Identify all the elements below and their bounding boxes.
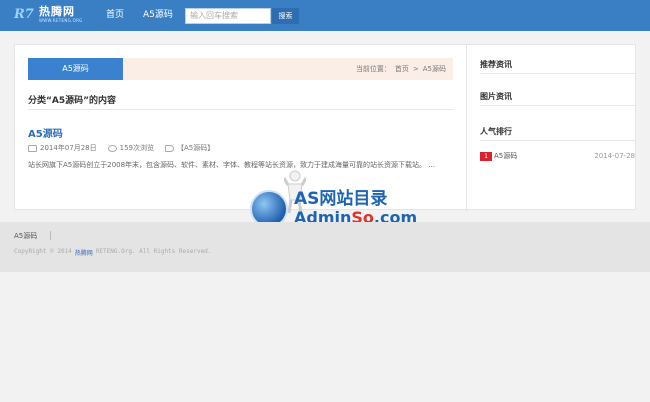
copyright-pre: CopyRight © 2014: [14, 248, 72, 255]
footer-link[interactable]: A5源码: [14, 231, 37, 241]
tag-icon: [165, 144, 175, 152]
logo-name: 热腾网: [39, 5, 75, 18]
breadcrumb-home[interactable]: 首页: [395, 58, 409, 80]
footer: A5源码 CopyRight © 2014 热腾网 RETENG.Org. Al…: [0, 222, 650, 272]
popular-item[interactable]: 1 A5源码 2014-07-28: [480, 150, 635, 162]
copyright: CopyRight © 2014 热腾网 RETENG.Org. All Rig…: [14, 248, 211, 257]
post-date: 2014年07月28日: [40, 144, 97, 152]
popular-heading: 人气排行: [480, 127, 512, 136]
site-logo[interactable]: R7 热腾网 WWW.RETENG.ORG: [14, 4, 92, 26]
logo-mark: R7: [14, 7, 34, 22]
post-title[interactable]: A5源码: [28, 125, 63, 140]
post-meta: 2014年07月28日 159次浏览 【A5源码】: [28, 143, 225, 153]
popular-item-title[interactable]: A5源码: [494, 151, 517, 161]
heading-divider: [28, 109, 453, 110]
breadcrumb: A5源码 当前位置： 首页 > A5源码: [28, 58, 453, 80]
copyright-post: RETENG.Org. All Rights Reserved.: [95, 248, 212, 255]
popular-item-date: 2014-07-28: [594, 152, 635, 160]
footer-separator: [50, 231, 51, 240]
eye-icon: [107, 144, 117, 152]
calendar-icon: [28, 144, 37, 152]
category-tab[interactable]: A5源码: [28, 58, 123, 80]
search-input[interactable]: 输入回车搜索: [185, 8, 271, 24]
copyright-brand[interactable]: 热腾网: [75, 248, 93, 257]
post-tag[interactable]: 【A5源码】: [177, 143, 214, 153]
popular-divider: [480, 140, 635, 141]
top-navbar: R7 热腾网 WWW.RETENG.ORG 首页 A5源码 输入回车搜索 搜索: [0, 0, 650, 31]
images-heading: 图片资讯: [480, 92, 512, 101]
search-button[interactable]: 搜索: [272, 8, 299, 24]
post-views: 159次浏览: [119, 144, 155, 152]
breadcrumb-prefix: 当前位置：: [355, 65, 391, 73]
category-heading: 分类“A5源码”的内容: [28, 96, 117, 106]
recommended-divider: [480, 73, 635, 74]
column-divider: [466, 45, 467, 211]
main-nav: 首页 A5源码: [106, 0, 192, 31]
rank-badge: 1: [480, 151, 492, 161]
images-divider: [480, 105, 635, 106]
nav-a5-source[interactable]: A5源码: [143, 0, 173, 31]
nav-home[interactable]: 首页: [106, 0, 124, 31]
breadcrumb-separator: >: [412, 65, 419, 73]
watermark-line1: AS网站目录: [294, 189, 388, 209]
breadcrumb-current[interactable]: A5源码: [423, 58, 446, 80]
recommended-heading: 推荐资讯: [480, 60, 512, 69]
logo-domain: WWW.RETENG.ORG: [39, 18, 83, 23]
